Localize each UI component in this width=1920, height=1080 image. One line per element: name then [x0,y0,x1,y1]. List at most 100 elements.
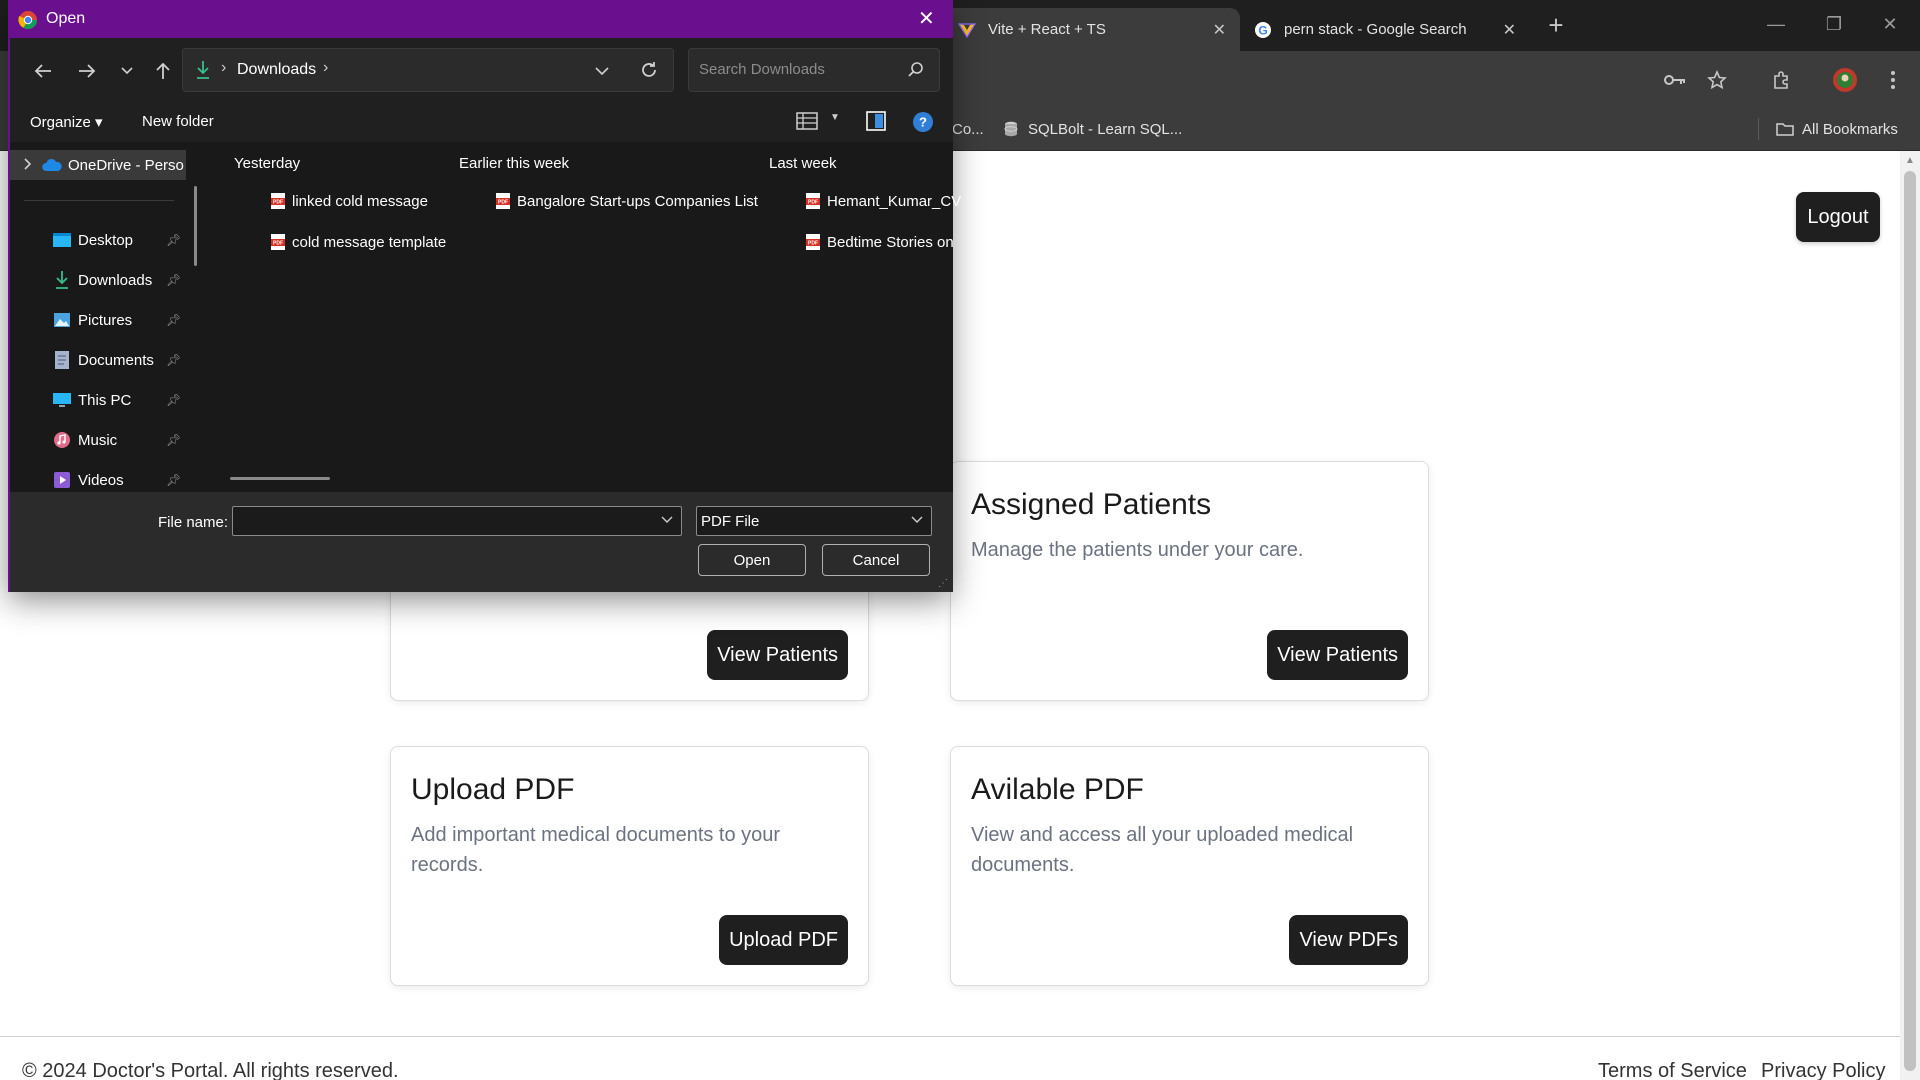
bookmark-item[interactable]: Co... [952,116,984,142]
file-item[interactable]: PDF linked cold message [270,192,428,210]
pin-icon: 📌︎ [166,353,182,367]
pdf-file-icon: PDF [496,193,510,209]
folder-icon [1776,120,1794,138]
view-pdfs-button[interactable]: View PDFs [1289,915,1408,965]
forward-arrow-icon[interactable] [74,58,100,84]
chrome-icon [18,10,38,30]
card-title: Upload PDF [411,773,575,806]
breadcrumb-downloads[interactable]: Downloads [237,61,316,79]
nav-item-music[interactable]: Music 📌︎ [10,425,194,455]
file-type-chevron-icon[interactable] [911,513,923,527]
nav-item-label: Downloads [78,271,153,289]
view-options-icon[interactable] [796,112,818,135]
videos-icon [52,470,72,490]
new-tab-button[interactable]: + [1542,12,1570,40]
tab-close-icon[interactable]: ✕ [1213,20,1226,40]
upload-pdf-button[interactable]: Upload PDF [719,915,848,965]
breadcrumb-separator[interactable]: › [323,59,328,77]
organize-menu-button[interactable]: Organize ▾ [30,113,103,131]
terms-of-service-link[interactable]: Terms of Service [1598,1060,1747,1080]
svg-text:PDF: PDF [808,241,818,247]
tab-vite-react[interactable]: Vite + React + TS ✕ [944,8,1240,51]
view-options-chevron-icon[interactable]: ▼ [830,112,840,123]
view-assigned-patients-button[interactable]: View Patients [1267,630,1408,680]
file-item[interactable]: PDF Bedtime Stories on [805,233,954,251]
file-type-select[interactable]: PDF File [696,506,932,536]
nav-item-this-pc[interactable]: This PC 📌︎ [10,385,194,415]
page-scrollbar[interactable]: ▲ [1900,151,1920,1080]
card-title: Avilable PDF [971,773,1144,806]
refresh-icon[interactable] [639,60,659,85]
file-name-chevron-icon[interactable] [661,513,673,527]
dialog-navigation-bar: › Downloads › [10,38,953,100]
card-title: Assigned Patients [971,488,1212,521]
window-close-icon[interactable]: ✕ [1870,8,1910,40]
search-icon[interactable] [907,61,925,84]
onedrive-icon [42,155,62,175]
bookmark-star-icon[interactable] [1702,65,1732,95]
svg-text:?: ? [919,115,927,130]
file-pane-scrollbar[interactable] [230,477,330,480]
kebab-menu-icon[interactable] [1878,65,1908,95]
all-bookmarks-button[interactable]: All Bookmarks [1776,116,1898,142]
nav-item-desktop[interactable]: Desktop 📌︎ [10,225,194,255]
dialog-close-icon[interactable]: ✕ [918,6,935,31]
nav-pane-scrollbar[interactable] [194,186,197,266]
bookmark-label: Co... [952,120,984,138]
scrollbar-thumb[interactable] [1904,171,1916,1071]
group-header-last-week[interactable]: Last week [769,155,837,172]
pin-icon: 📌︎ [166,313,182,327]
nav-item-videos[interactable]: Videos 📌︎ [10,465,194,492]
pin-icon: 📌︎ [166,473,182,487]
dialog-titlebar[interactable]: Open ✕ [8,0,953,38]
privacy-policy-link[interactable]: Privacy Policy [1761,1060,1885,1080]
database-icon [1002,120,1020,138]
file-item[interactable]: PDF cold message template [270,233,446,251]
file-name: Bedtime Stories on [827,233,954,251]
preview-pane-icon[interactable] [866,111,886,136]
address-bar[interactable]: › Downloads › [182,48,674,92]
view-patients-button[interactable]: View Patients [707,630,848,680]
search-box[interactable] [688,48,940,92]
svg-text:PDF: PDF [498,200,508,206]
restore-icon[interactable]: ❐ [1814,8,1854,40]
file-item[interactable]: PDF Hemant_Kumar_CV [805,192,961,210]
extensions-icon[interactable] [1766,65,1796,95]
file-name: Bangalore Start-ups Companies List [517,192,758,210]
help-icon[interactable]: ? [912,111,934,138]
search-input[interactable] [699,61,899,78]
nav-item-label: Desktop [78,231,134,249]
cancel-button[interactable]: Cancel [822,544,930,576]
logout-button[interactable]: Logout [1796,192,1880,242]
pdf-file-icon: PDF [806,234,820,250]
tab-google-search[interactable]: G pern stack - Google Search ✕ [1240,8,1530,51]
back-arrow-icon[interactable] [30,58,56,84]
open-file-dialog: Open ✕ › Downloads › Search Downloads Or… [8,0,961,592]
recent-locations-chevron-icon[interactable] [114,58,140,84]
profile-avatar-icon[interactable] [1830,65,1860,95]
nav-item-documents[interactable]: Documents 📌︎ [10,345,194,375]
expand-chevron-icon[interactable] [24,157,32,173]
pictures-icon [52,310,72,330]
password-key-icon[interactable] [1660,65,1690,95]
desktop-icon [52,230,72,250]
file-name-combobox[interactable] [232,506,682,536]
new-folder-button[interactable]: New folder [142,113,214,130]
scroll-up-icon[interactable]: ▲ [1905,155,1915,166]
open-button[interactable]: Open [698,544,806,576]
resize-grip-icon[interactable]: ⋰ [938,578,948,589]
nav-item-onedrive[interactable]: OneDrive - Perso [10,150,186,180]
file-item[interactable]: PDF Bangalore Start-ups Companies List [495,192,758,210]
minimize-icon[interactable]: — [1756,8,1796,40]
nav-item-pictures[interactable]: Pictures 📌︎ [10,305,194,335]
nav-item-downloads[interactable]: Downloads 📌︎ [10,265,194,295]
bookmark-item-sqlbolt[interactable]: SQLBolt - Learn SQL... [1002,116,1182,142]
file-name-input[interactable] [239,513,639,530]
up-arrow-icon[interactable] [150,58,176,84]
address-history-chevron-icon[interactable] [595,63,609,81]
group-header-yesterday[interactable]: Yesterday [234,155,300,172]
file-name: linked cold message [292,192,428,210]
tab-close-icon[interactable]: ✕ [1503,20,1516,40]
group-header-earlier-this-week[interactable]: Earlier this week [459,155,569,172]
card-description: Manage the patients under your care. [971,539,1304,561]
